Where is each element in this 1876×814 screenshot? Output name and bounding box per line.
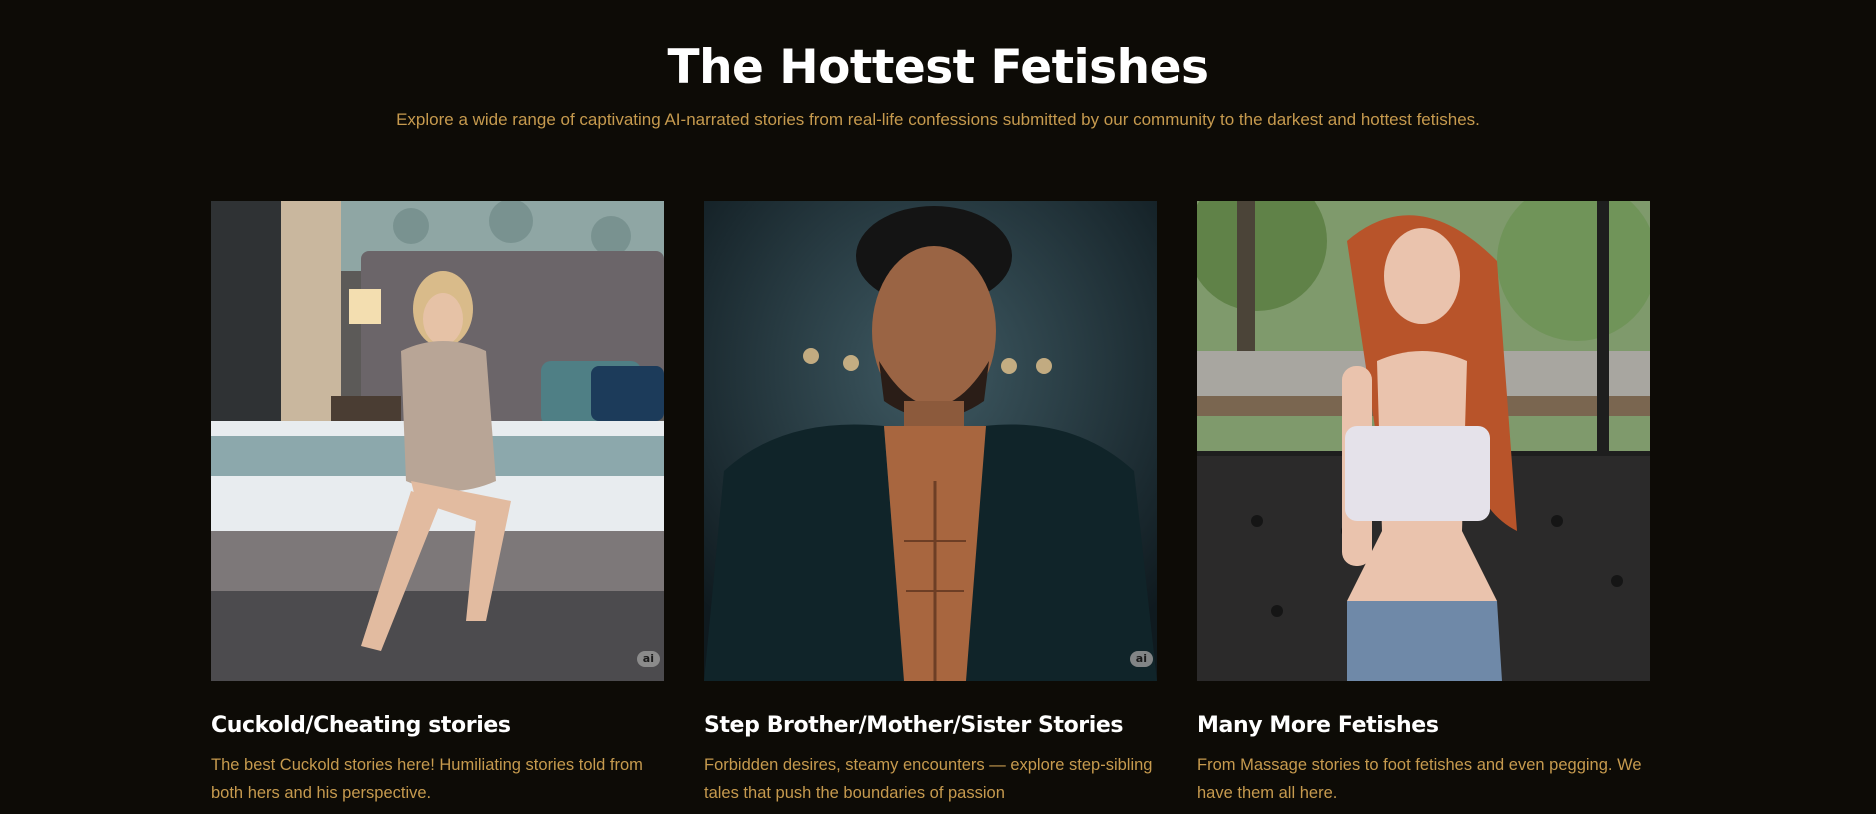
category-card-cuckold[interactable]: ai Cuckold/Cheating stories The best Cuc…	[211, 201, 664, 807]
man-portrait-photo	[704, 201, 1157, 681]
fetishes-section: The Hottest Fetishes Explore a wide rang…	[0, 0, 1876, 814]
category-cards: ai Cuckold/Cheating stories The best Cuc…	[211, 201, 1650, 807]
ai-badge: ai	[636, 651, 660, 667]
card-title-step-family[interactable]: Step Brother/Mother/Sister Stories	[704, 711, 1157, 741]
bedroom-photo	[211, 201, 664, 681]
section-subtitle: Explore a wide range of captivating AI-n…	[396, 110, 1480, 129]
category-card-more-fetishes[interactable]: Many More Fetishes From Massage stories …	[1197, 201, 1650, 807]
card-image-more-fetishes[interactable]	[1197, 201, 1650, 681]
card-description-step-family: Forbidden desires, steamy encounters — e…	[704, 756, 1153, 802]
card-image-step-family[interactable]: ai	[704, 201, 1157, 681]
card-description-more-fetishes: From Massage stories to foot fetishes an…	[1197, 756, 1642, 802]
card-image-cuckold[interactable]: ai	[211, 201, 664, 681]
card-description-cuckold: The best Cuckold stories here! Humiliati…	[211, 756, 643, 802]
ai-badge: ai	[1129, 651, 1153, 667]
section-header: The Hottest Fetishes Explore a wide rang…	[0, 0, 1876, 132]
card-title-cuckold[interactable]: Cuckold/Cheating stories	[211, 711, 664, 741]
redhead-sofa-photo	[1197, 201, 1650, 681]
card-title-more-fetishes[interactable]: Many More Fetishes	[1197, 711, 1650, 741]
category-card-step-family[interactable]: ai Step Brother/Mother/Sister Stories Fo…	[704, 201, 1157, 807]
section-title: The Hottest Fetishes	[667, 40, 1209, 95]
